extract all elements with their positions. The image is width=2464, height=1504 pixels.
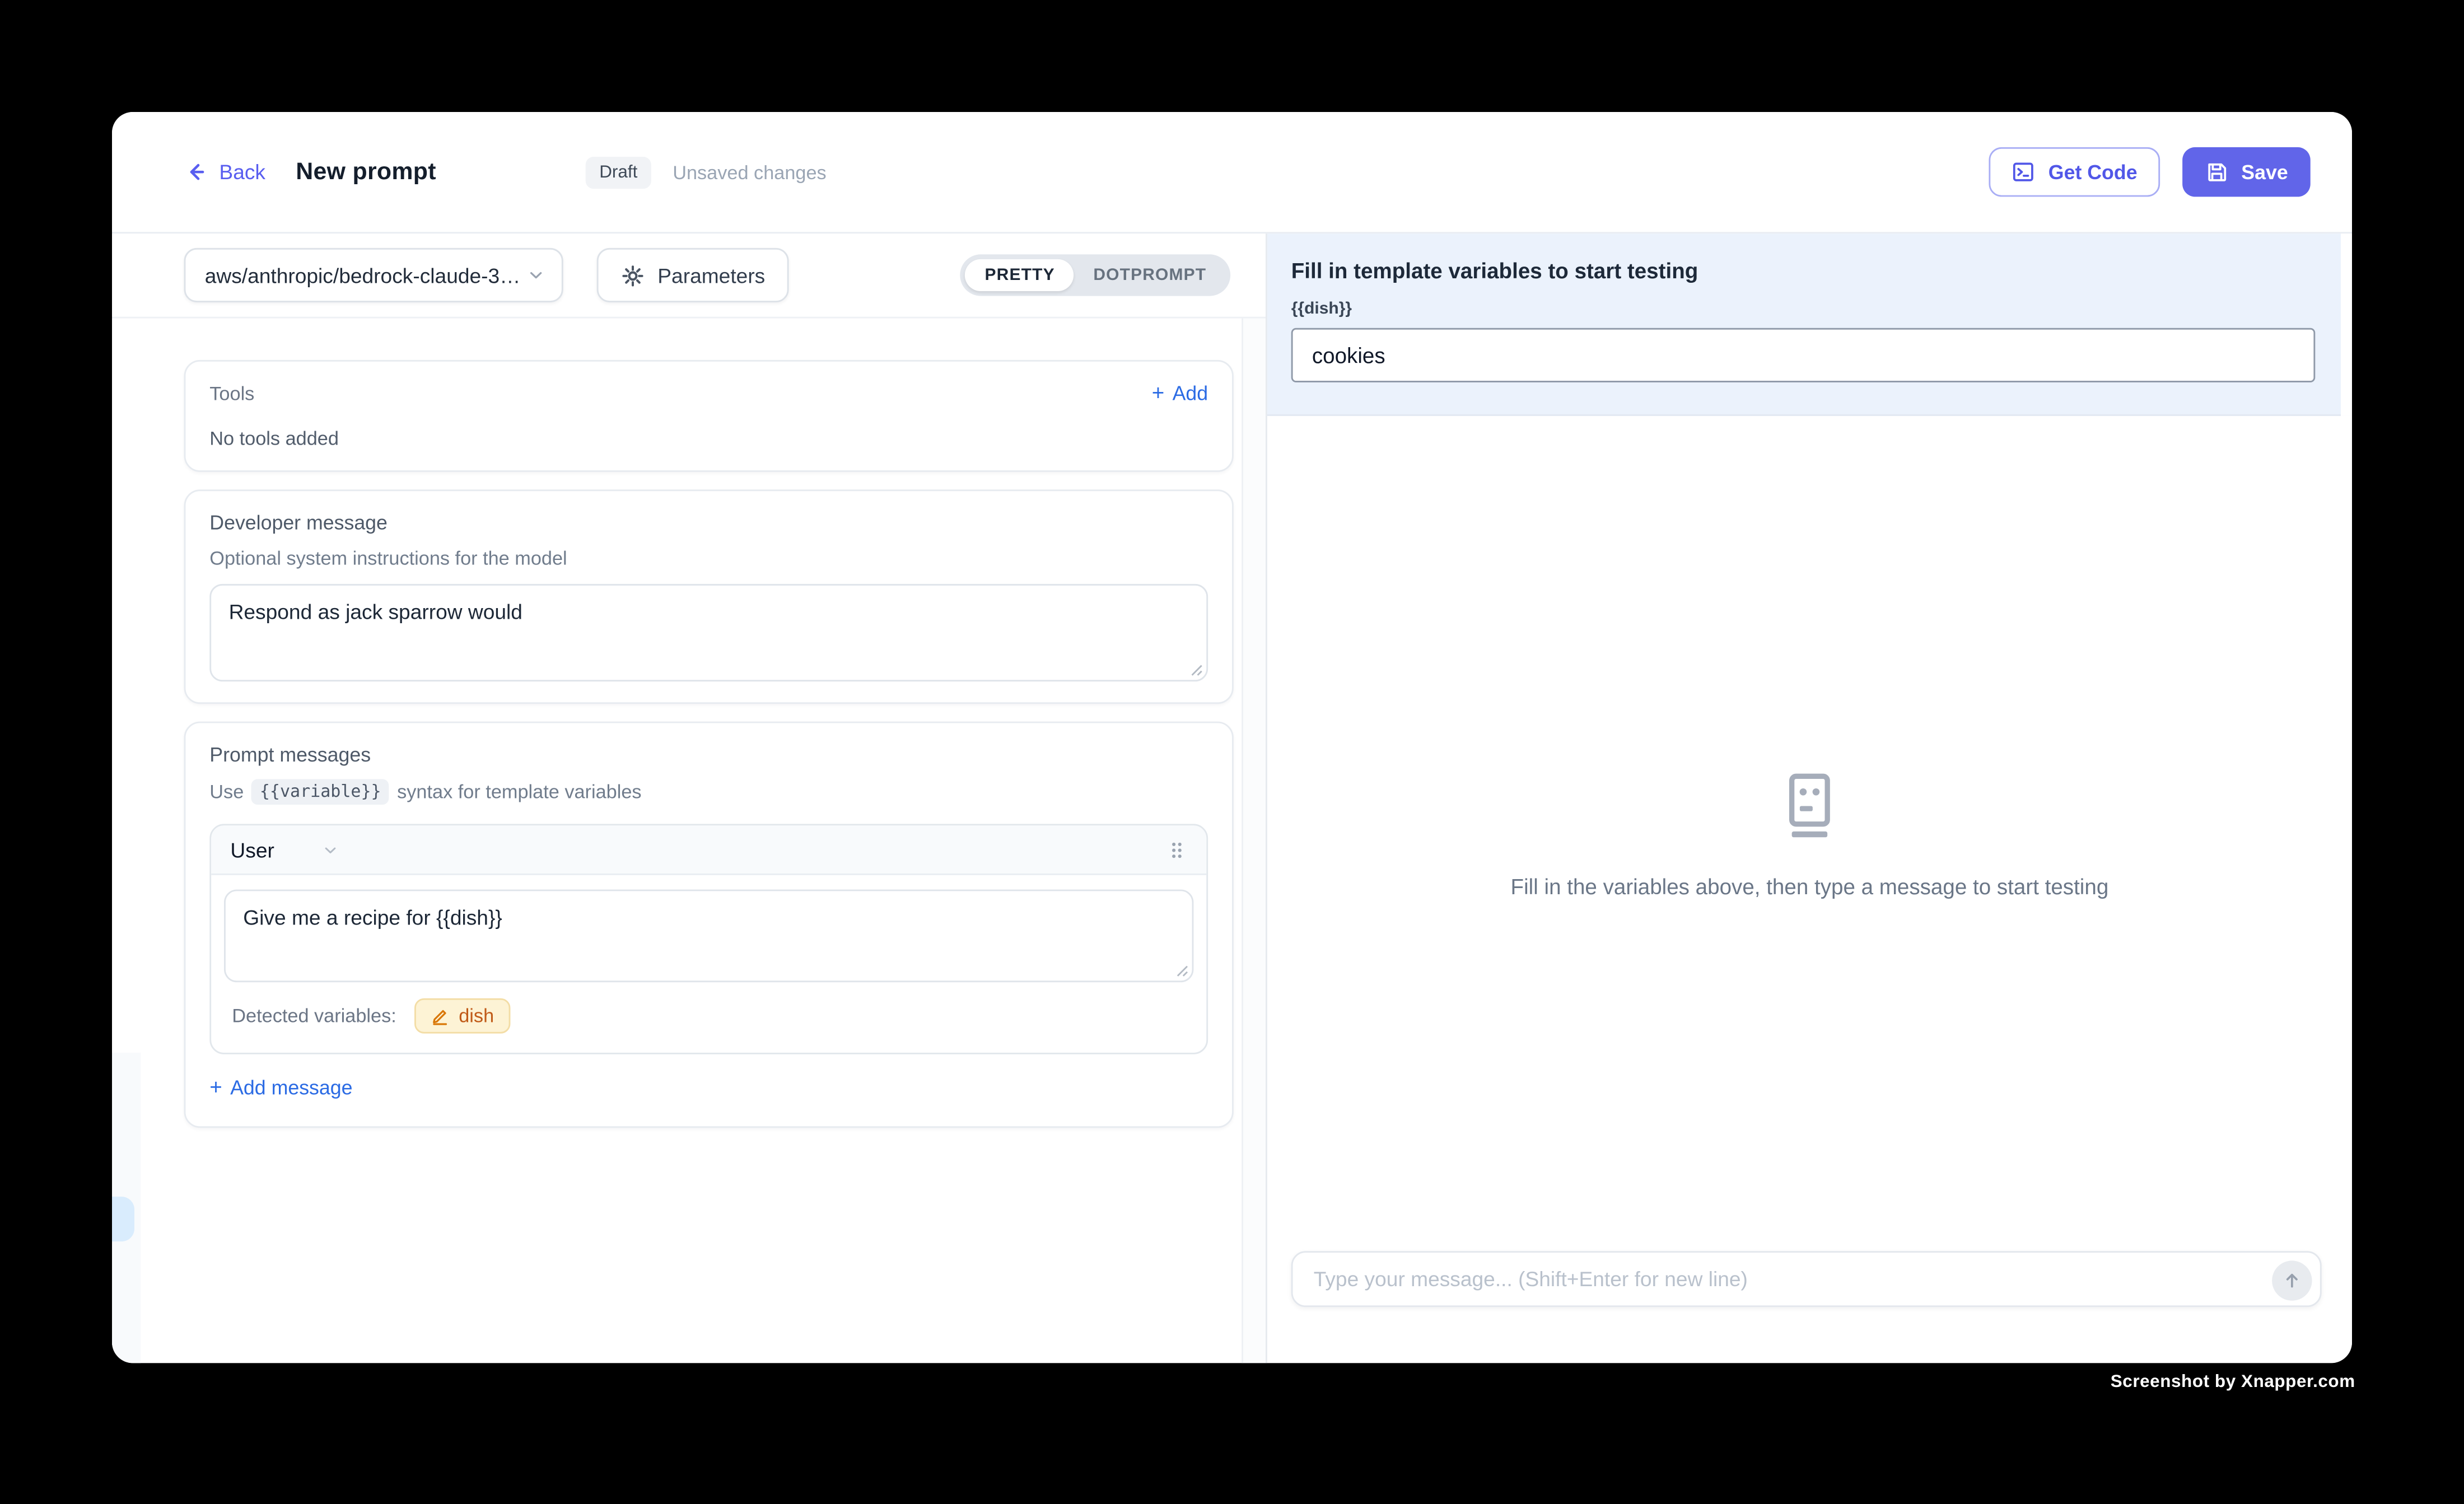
variable-syntax-chip: {{variable}} [252, 779, 389, 805]
template-variables-section: Fill in template variables to start test… [1267, 233, 2352, 416]
terminal-icon [2012, 160, 2036, 184]
variable-name-label: {{dish}} [1291, 299, 2328, 318]
variable-value-input[interactable] [1291, 328, 2316, 382]
right-scrollbar-gutter[interactable] [2341, 233, 2352, 416]
editor-panel: aws/anthropic/bedrock-claude-3-5-s... Pa… [112, 233, 1267, 1363]
drag-handle-icon[interactable] [1166, 839, 1187, 860]
back-button[interactable]: Back [184, 160, 265, 184]
model-toolbar: aws/anthropic/bedrock-claude-3-5-s... Pa… [112, 233, 1266, 318]
message-block: User Give me a recipe for {{d [209, 824, 1208, 1054]
parameters-label: Parameters [657, 263, 765, 287]
developer-message-card: Developer message Optional system instru… [184, 489, 1234, 704]
variable-chip-dish[interactable]: dish [414, 998, 510, 1034]
detected-variables-row: Detected variables: dish [211, 982, 1206, 1053]
arrow-up-icon [2281, 1271, 2302, 1291]
status-badge: Draft [585, 156, 652, 188]
back-arrow-icon [184, 160, 208, 184]
left-scrollbar-gutter[interactable] [1242, 319, 1266, 1363]
toggle-pretty[interactable]: PRETTY [965, 259, 1074, 291]
resize-handle-icon[interactable] [1173, 961, 1189, 978]
prompt-messages-title: Prompt messages [209, 744, 1208, 767]
model-select[interactable]: aws/anthropic/bedrock-claude-3-5-s... [184, 248, 563, 302]
chevron-down-icon [526, 265, 545, 284]
test-panel: Fill in template variables to start test… [1267, 233, 2352, 1363]
unsaved-changes-label: Unsaved changes [673, 161, 827, 183]
send-button[interactable] [2272, 1260, 2312, 1300]
message-role-header: User [211, 825, 1206, 875]
variable-chip-label: dish [459, 1005, 494, 1027]
tools-card: Tools + Add No tools added [184, 360, 1234, 472]
tools-title: Tools [209, 382, 254, 405]
get-code-button[interactable]: Get Code [1989, 147, 2159, 197]
prompt-editor-window: Back New prompt Draft Unsaved changes Ge… [112, 112, 2352, 1363]
gear-icon [621, 263, 645, 287]
resize-handle-icon[interactable] [1187, 661, 1203, 677]
page-title: New prompt [296, 158, 436, 186]
plus-icon: + [209, 1077, 222, 1099]
save-icon [2205, 160, 2229, 184]
sidebar-active-item [112, 1197, 134, 1241]
developer-message-title: Developer message [209, 512, 1208, 534]
view-toggle: PRETTY DOTPROMPT [961, 254, 1230, 296]
pencil-icon [430, 1006, 449, 1025]
detected-variables-label: Detected variables: [232, 1005, 396, 1027]
add-tool-label: Add [1173, 382, 1208, 405]
save-button[interactable]: Save [2182, 147, 2311, 197]
hint-suffix: syntax for template variables [397, 781, 641, 803]
developer-message-subtitle: Optional system instructions for the mod… [209, 547, 1208, 569]
add-message-button[interactable]: + Add message [209, 1077, 352, 1099]
role-select-value[interactable]: User [230, 838, 274, 862]
add-tool-button[interactable]: + Add [1152, 382, 1208, 405]
header: Back New prompt Draft Unsaved changes Ge… [112, 112, 2352, 233]
model-select-value: aws/anthropic/bedrock-claude-3-5-s... [205, 263, 526, 287]
get-code-label: Get Code [2048, 161, 2138, 183]
chat-empty-state: Fill in the variables above, then type a… [1267, 416, 2352, 1251]
template-variables-title: Fill in template variables to start test… [1291, 259, 2328, 283]
prompt-messages-subtitle: Use {{variable}} syntax for template var… [209, 779, 1208, 805]
tools-empty-text: No tools added [209, 427, 1208, 450]
parameters-button[interactable]: Parameters [597, 248, 789, 302]
message-text-input[interactable]: Give me a recipe for {{dish}} [224, 890, 1193, 983]
watermark: Screenshot by Xnapper.com [2111, 1372, 2355, 1391]
robot-icon [1773, 769, 1846, 842]
save-label: Save [2241, 161, 2288, 183]
chevron-down-icon[interactable] [323, 840, 340, 858]
prompt-messages-card: Prompt messages Use {{variable}} syntax … [184, 722, 1234, 1128]
screenshot-stage: Back New prompt Draft Unsaved changes Ge… [0, 0, 2464, 1504]
developer-message-input[interactable]: Respond as jack sparrow would [209, 584, 1208, 681]
chat-bar [1267, 1251, 2352, 1363]
editor-scroll-area: Tools + Add No tools added Developer mes… [112, 319, 1266, 1128]
chat-input-wrap [1291, 1251, 2322, 1307]
toggle-dotprompt[interactable]: DOTPROMPT [1074, 259, 1226, 291]
plus-icon: + [1152, 383, 1165, 405]
chat-message-input[interactable] [1314, 1267, 2253, 1291]
empty-state-caption: Fill in the variables above, then type a… [1511, 874, 2109, 898]
back-label: Back [219, 160, 265, 184]
add-message-label: Add message [230, 1077, 352, 1099]
body: aws/anthropic/bedrock-claude-3-5-s... Pa… [112, 233, 2352, 1363]
hint-prefix: Use [209, 781, 244, 803]
